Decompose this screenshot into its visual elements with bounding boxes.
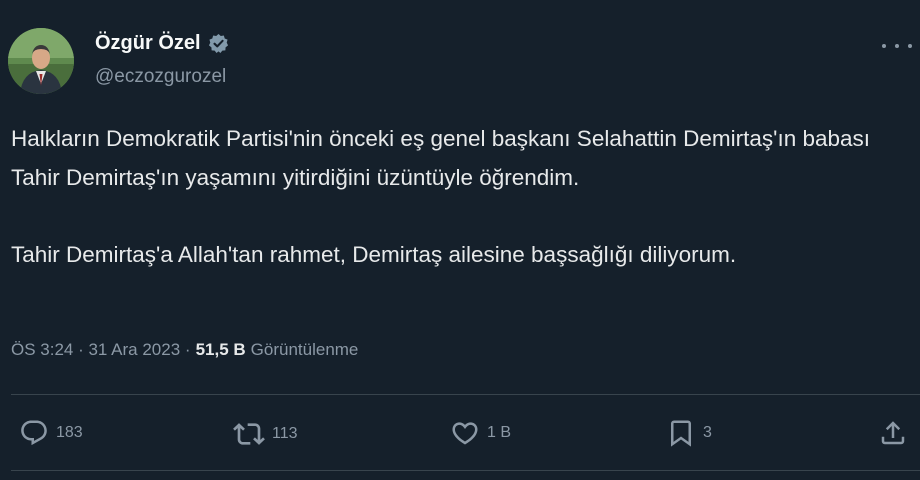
tweet-text: Halkların Demokratik Partisi'nin önceki … bbox=[11, 126, 871, 267]
divider bbox=[11, 470, 920, 471]
retweet-count: 113 bbox=[272, 425, 298, 442]
reply-count: 183 bbox=[56, 424, 83, 441]
bookmark-count: 3 bbox=[703, 424, 712, 441]
display-name-text: Özgür Özel bbox=[95, 32, 201, 54]
views-count: 51,5 B bbox=[195, 340, 246, 359]
retweet-icon bbox=[233, 423, 265, 445]
like-count: 1 B bbox=[487, 424, 512, 441]
handle[interactable]: @eczozgurozel bbox=[95, 66, 226, 88]
divider bbox=[11, 394, 920, 395]
reply-icon bbox=[21, 420, 47, 446]
more-icon[interactable] bbox=[882, 36, 912, 56]
share-icon bbox=[881, 421, 905, 445]
avatar[interactable] bbox=[8, 28, 74, 94]
reply-button[interactable]: 183 bbox=[19, 418, 83, 448]
like-button[interactable]: 1 B bbox=[450, 418, 511, 448]
share-button[interactable] bbox=[878, 418, 908, 448]
tweet-meta: ÖS 3:24 · 31 Ara 2023 · 51,5 B Görüntüle… bbox=[11, 340, 358, 360]
display-name[interactable]: Özgür Özel bbox=[95, 32, 229, 55]
bookmark-icon bbox=[671, 420, 691, 447]
timestamp[interactable]: ÖS 3:24 · 31 Ara 2023 · bbox=[11, 340, 191, 360]
verified-icon bbox=[208, 33, 229, 54]
tweet: Özgür Özel @eczozgurozel Halkların Demok… bbox=[0, 0, 920, 480]
retweet-button[interactable]: 113 bbox=[233, 418, 298, 450]
views-label: Görüntülenme bbox=[250, 340, 359, 359]
like-icon bbox=[452, 422, 478, 445]
bookmark-button[interactable]: 3 bbox=[666, 418, 712, 448]
